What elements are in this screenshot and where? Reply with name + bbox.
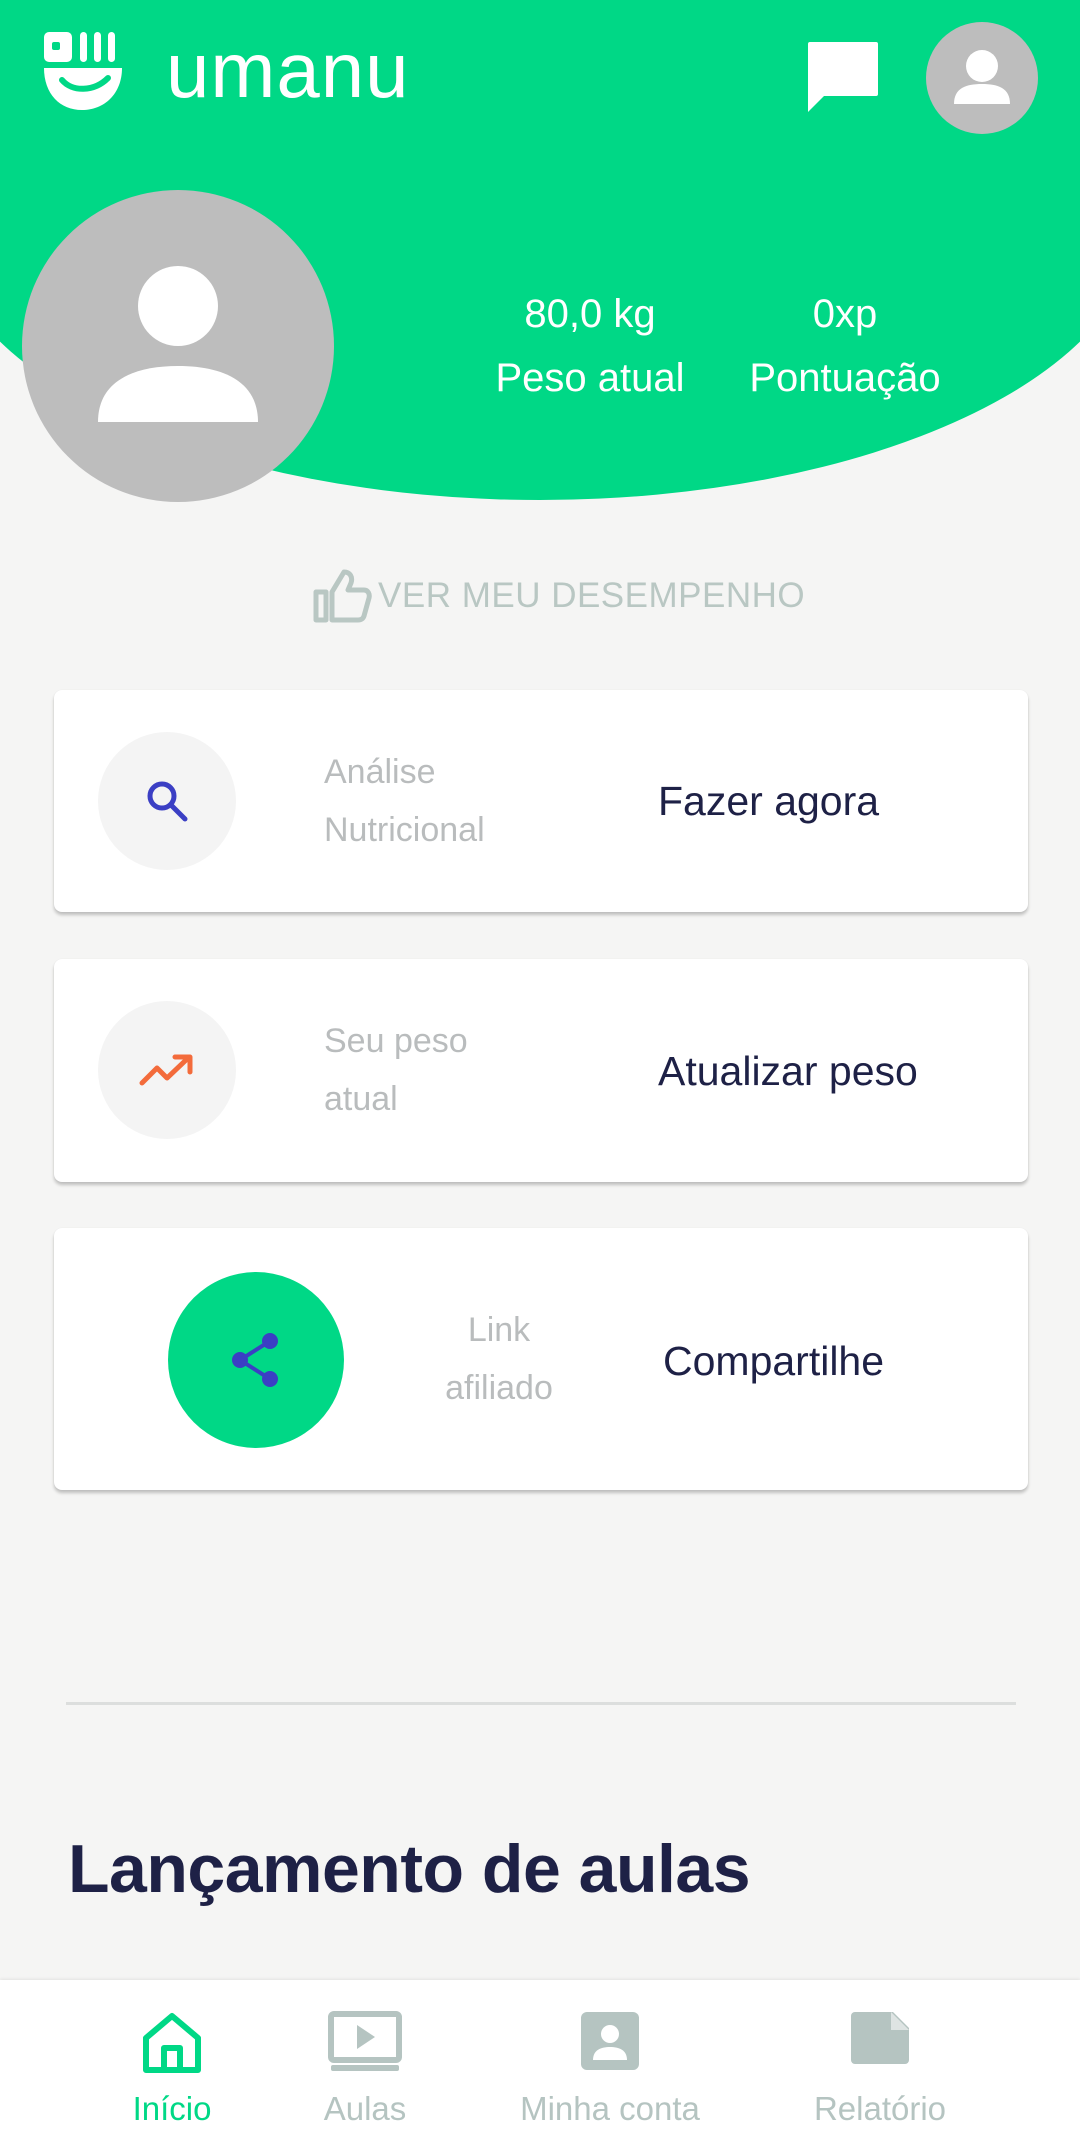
person-icon	[98, 266, 258, 422]
card-icon-badge	[98, 1001, 236, 1139]
nav-item-account[interactable]: Minha conta	[505, 1980, 715, 2150]
card-icon-badge	[98, 732, 236, 870]
search-icon	[147, 781, 188, 822]
app-name: umanu	[166, 26, 410, 114]
user-avatar[interactable]	[22, 190, 334, 502]
card-label: Seu peso atual	[324, 1022, 468, 1118]
affiliate-link-card[interactable]: Link afiliado Compartilhe	[54, 1228, 1028, 1490]
view-performance-link[interactable]: VER MEU DESEMPENHO	[312, 568, 805, 624]
person-icon	[954, 50, 1010, 104]
stat-value: 0xp	[812, 292, 878, 336]
card-label: Link afiliado	[445, 1311, 553, 1407]
update-weight-button[interactable]: Atualizar peso	[658, 1046, 918, 1096]
share-icon	[232, 1333, 278, 1387]
view-performance-label: VER MEU DESEMPENHO	[378, 576, 806, 615]
nav-item-classes[interactable]: Aulas	[305, 1980, 425, 2150]
account-icon	[581, 2012, 639, 2070]
home-icon	[143, 2013, 201, 2073]
chat-icon	[808, 42, 878, 112]
stat-value: 80,0 kg	[524, 292, 656, 336]
thumbs-up-icon	[313, 569, 372, 623]
do-now-button[interactable]: Fazer agora	[658, 776, 879, 826]
chat-button[interactable]	[804, 40, 880, 114]
umanu-logo-icon	[44, 32, 122, 110]
stat-label: Peso atual	[495, 356, 685, 400]
nav-label: Início	[132, 2090, 212, 2127]
stat-score: 0xp Pontuação	[735, 282, 955, 410]
trending-up-icon	[139, 1054, 193, 1086]
current-weight-card[interactable]: Seu peso atual Atualizar peso	[54, 959, 1028, 1182]
stat-current-weight: 80,0 kg Peso atual	[485, 282, 695, 410]
share-action-button[interactable]: Compartilhe	[663, 1336, 884, 1386]
home-screen: umanu 80,0 kg Peso atual 0xp Pontuação V…	[0, 0, 1080, 2150]
nav-item-report[interactable]: Relatório	[800, 1980, 960, 2150]
section-divider	[66, 1702, 1016, 1705]
nav-label: Relatório	[813, 2090, 947, 2127]
app-logo: umanu	[42, 28, 410, 112]
card-label: Análise Nutricional	[324, 753, 485, 849]
nav-label: Aulas	[323, 2090, 407, 2127]
bottom-navigation: Início Aulas Minha conta Relatório	[0, 1980, 1080, 2150]
video-icon	[328, 2011, 402, 2071]
nav-item-home[interactable]: Início	[106, 1980, 238, 2150]
report-icon	[851, 2012, 909, 2064]
nav-label: Minha conta	[520, 2090, 700, 2127]
stat-label: Pontuação	[749, 356, 941, 400]
section-title: Lançamento de aulas	[68, 1831, 751, 1907]
share-button[interactable]	[168, 1272, 344, 1448]
nutrition-analysis-card[interactable]: Análise Nutricional Fazer agora	[54, 690, 1028, 912]
profile-avatar-button[interactable]	[926, 22, 1038, 134]
